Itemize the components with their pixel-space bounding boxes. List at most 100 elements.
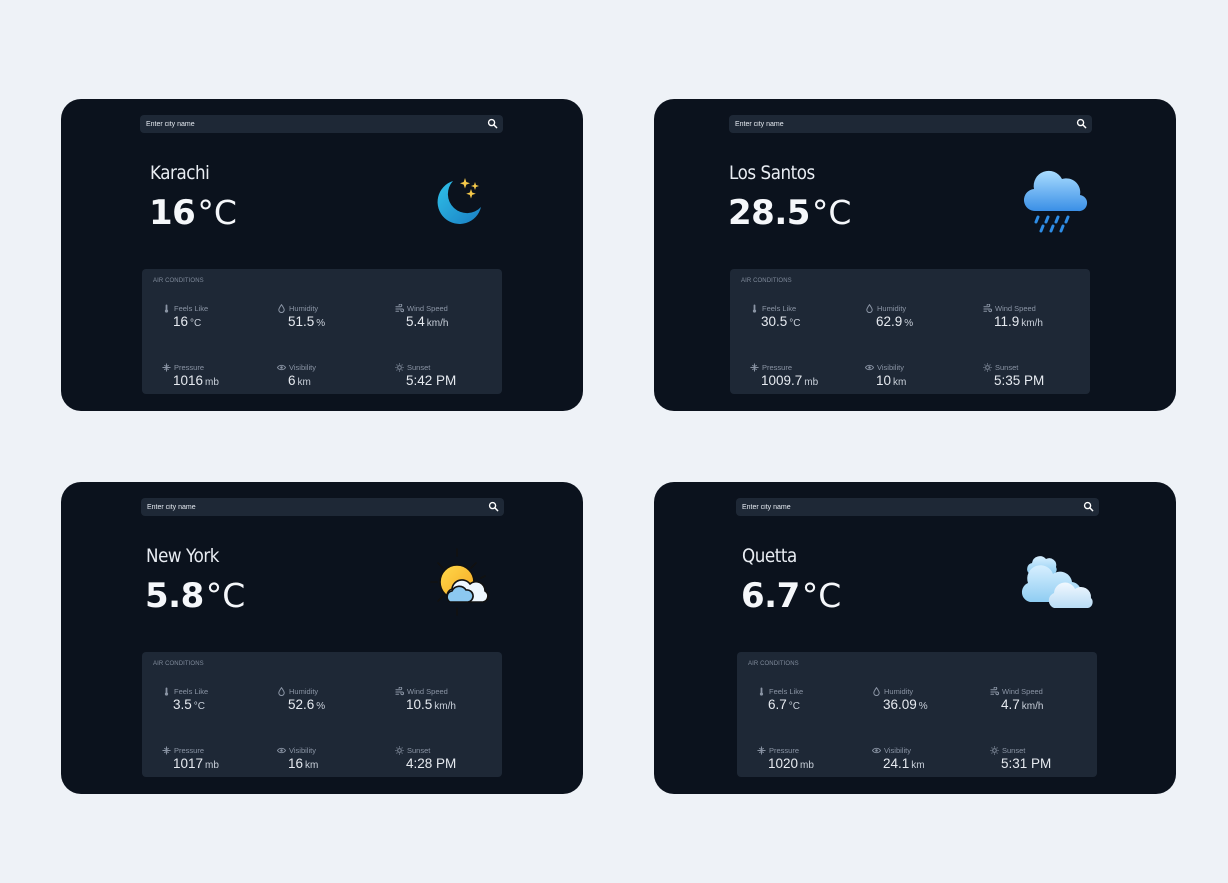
droplet-icon [278,304,285,314]
thermometer-icon [752,304,757,313]
metric-value: 24.1 [883,756,910,771]
air-conditions-panel: AIR CONDITIONS Feels Like 16 °C Humidity … [142,269,502,394]
droplet-icon [866,304,873,314]
metric-unit: mb [800,760,814,771]
air-conditions-panel: AIR CONDITIONS Feels Like 30.5 °C Humidit… [730,269,1090,394]
temperature: 5.8°C [145,576,246,616]
search-input[interactable] [146,115,476,133]
pressure-icon [757,746,766,755]
metric-unit: % [316,318,326,329]
metric-label: Pressure [762,363,793,373]
city-name: New York [146,545,220,567]
air-conditions-title: AIR CONDITIONS [741,278,792,284]
temperature: 28.5°C [728,193,852,233]
metric-label: Pressure [174,363,205,373]
sun-icon [983,363,992,372]
metric-label: Visibility [877,363,904,373]
wind-icon [395,304,404,313]
sun-icon [395,363,404,372]
search-icon[interactable] [487,118,498,129]
metric-unit: % [904,318,914,329]
metric-unit: °C [190,318,202,329]
wind-icon [983,304,992,313]
weather-card: Karachi 16°C AIR CONDITIONS Feels Like 1… [61,99,583,411]
metric-label: Humidity [289,687,319,697]
pressure-icon [750,363,759,372]
metric-value: 10 [876,373,892,388]
metric-label: Feels Like [174,687,209,697]
metric-label: Wind Speed [407,687,448,697]
temperature: 16°C [149,193,237,233]
temperature: 6.7°C [741,576,842,616]
city-name: Karachi [150,162,210,184]
eye-icon [277,365,286,371]
search-icon[interactable] [488,501,499,512]
metric-unit: km/h [434,701,456,712]
sun-icon [990,746,999,755]
city-name: Quetta [742,545,797,567]
metric-label: Wind Speed [407,304,448,314]
search-bar[interactable] [736,498,1099,516]
eye-icon [865,365,874,371]
metric-value: 5:42 PM [406,373,457,388]
metric-value: 11.9 [994,314,1020,329]
metric-value: 3.5 [173,697,192,712]
search-input[interactable] [147,498,477,516]
search-bar[interactable] [141,498,504,516]
air-conditions-panel: AIR CONDITIONS Feels Like 6.7 °C Humidity… [737,652,1097,777]
air-conditions-title: AIR CONDITIONS [153,661,204,667]
metric-value: 5:35 PM [994,373,1045,388]
metric-label: Feels Like [174,304,209,314]
rain-cloud-icon [1023,170,1088,233]
metric-unit: °C [193,701,206,712]
metric-unit: mb [205,377,219,388]
metric-label: Wind Speed [995,304,1036,314]
metric-label: Humidity [289,304,319,314]
weather-card: Quetta 6.7°C AIR CONDITIONS Feels Like 6… [654,482,1176,794]
metric-value: 6.7 [768,697,787,712]
metric-value: 10.5 [406,697,433,712]
sun-icon [395,746,404,755]
droplet-icon [278,687,285,697]
metric-value: 4:28 PM [406,756,457,771]
metric-value: 36.09 [883,697,917,712]
metric-value: 52.6 [288,697,315,712]
search-input[interactable] [742,498,1072,516]
metric-value: 1017 [173,756,204,771]
metric-unit: mb [804,377,819,388]
metric-label: Pressure [174,746,205,756]
city-name: Los Santos [729,162,815,184]
metric-value: 6 [288,373,296,388]
thermometer-icon [164,687,169,696]
search-bar[interactable] [729,115,1092,133]
metric-label: Sunset [407,363,431,373]
search-icon[interactable] [1076,118,1087,129]
metric-value: 1009.7 [761,373,803,388]
partly-cloudy-sun-icon [430,548,489,616]
metric-unit: km/h [426,318,449,329]
metric-label: Sunset [1002,746,1026,756]
metric-value: 62.9 [876,314,903,329]
search-bar[interactable] [140,115,503,133]
metric-label: Humidity [884,687,914,697]
metric-label: Feels Like [762,304,797,314]
metric-value: 5:31 PM [1001,756,1052,771]
metric-label: Visibility [289,363,316,373]
search-input[interactable] [735,115,1065,133]
metric-value: 1016 [173,373,204,388]
search-icon[interactable] [1083,501,1094,512]
metric-unit: % [316,701,326,712]
metric-unit: °C [789,318,801,329]
metric-unit: % [918,701,928,712]
thermometer-icon [164,304,169,313]
metric-label: Feels Like [769,687,804,697]
metric-unit: km [893,377,907,388]
metric-label: Visibility [884,746,911,756]
metric-label: Pressure [769,746,800,756]
metric-unit: mb [205,760,219,771]
metric-value: 16 [288,756,304,771]
weather-card: Los Santos 28.5°C AIR CONDITIONS Feels L… [654,99,1176,411]
wind-icon [990,687,999,696]
metric-label: Sunset [995,363,1019,373]
metric-label: Sunset [407,746,431,756]
